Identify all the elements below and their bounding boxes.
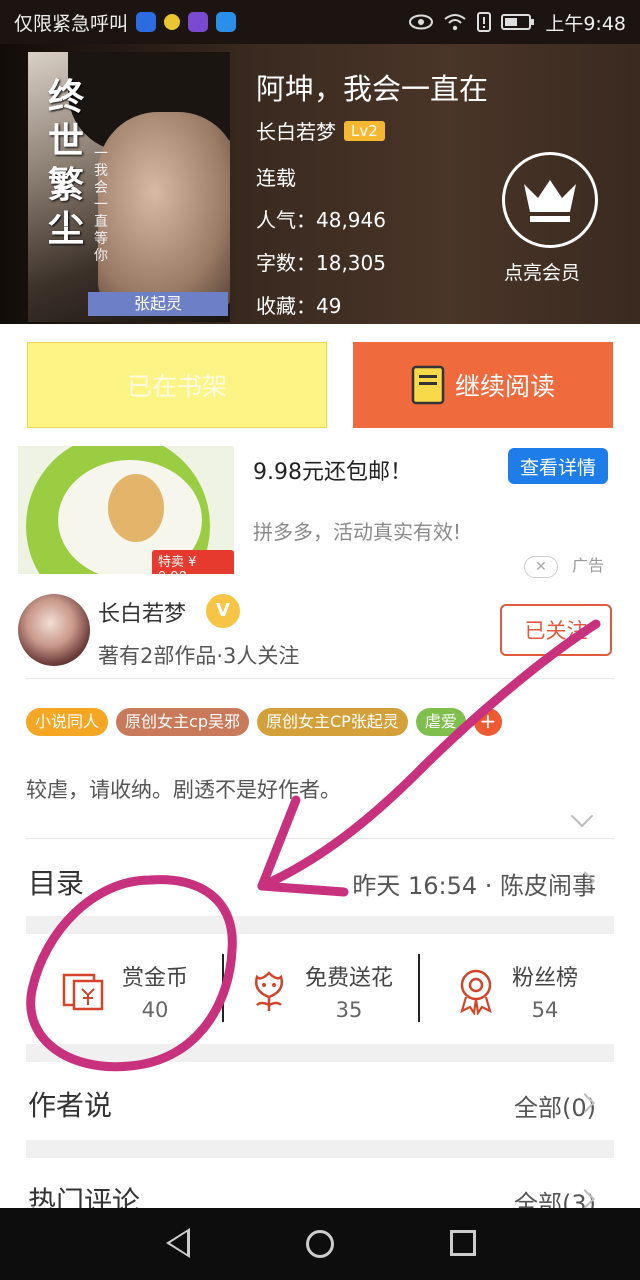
- ad-image[interactable]: 特卖 ¥ 9.98: [18, 446, 234, 574]
- details-sheet: 长白若梦 V 著有2部作品·3人关注 已关注 小说同人 原创女主cp吴邪 原创女…: [0, 586, 640, 1218]
- author-card-name[interactable]: 长白若梦: [98, 596, 186, 628]
- section-gap: [26, 1140, 614, 1158]
- fans-ranking-label: 粉丝榜: [511, 966, 578, 991]
- free-flowers-value: 35: [335, 998, 363, 1022]
- eye-comfort-icon: [409, 14, 434, 30]
- tag-item[interactable]: 原创女主CP张起灵: [256, 708, 408, 736]
- continue-reading-button[interactable]: 继续阅读: [353, 342, 613, 428]
- book-status: 连载: [256, 166, 296, 190]
- tag-item[interactable]: 小说同人: [26, 708, 109, 736]
- follow-button[interactable]: 已关注: [500, 604, 612, 656]
- popularity: 人气：48,946: [256, 208, 386, 232]
- red-envelope-icon: [62, 973, 104, 1011]
- reward-coins[interactable]: 赏金币 40: [26, 936, 222, 1046]
- cover-subtitle: 一我会一直等你: [94, 146, 108, 264]
- carrier-text: 仅限紧急呼叫: [14, 12, 129, 35]
- bulb-app-icon: [164, 14, 181, 30]
- recent-apps-icon[interactable]: [450, 1230, 476, 1256]
- ad-label: 广告: [572, 556, 605, 575]
- vip-button[interactable]: [502, 152, 598, 248]
- reward-coins-label: 赏金币: [121, 966, 188, 991]
- author-row[interactable]: 长白若梦 Lv2: [256, 116, 385, 145]
- ad-close-button[interactable]: ✕: [524, 556, 558, 578]
- wifi-icon: [444, 14, 466, 31]
- author-name[interactable]: 长白若梦: [256, 116, 336, 145]
- home-icon[interactable]: [306, 1230, 334, 1258]
- battery-icon: [501, 14, 535, 30]
- reward-coins-value: 40: [141, 998, 169, 1022]
- author-card-desc: 著有2部作品·3人关注: [98, 644, 300, 668]
- flower-icon: [254, 971, 283, 1011]
- expand-chevron-icon[interactable]: [570, 804, 594, 828]
- book-summary: 较虐，请收纳。剧透不是好作者。: [26, 778, 341, 802]
- vip-label[interactable]: 点亮会员: [504, 258, 580, 285]
- free-flowers-label: 免费送花: [304, 966, 393, 991]
- status-bar: 仅限紧急呼叫 上午9:48: [0, 0, 640, 44]
- section-gap: [26, 1044, 614, 1062]
- continue-reading-label: 继续阅读: [454, 372, 555, 401]
- stats-bar: 赏金币 40 免费送花 35 粉丝榜 54: [26, 936, 614, 1046]
- tag-list: 小说同人 原创女主cp吴邪 原创女主CP张起灵 虐爱 +: [26, 708, 502, 736]
- ad-desc: 拼多多，活动真实有效!: [253, 520, 462, 544]
- sale-badge: 特卖 ¥ 9.98: [152, 550, 234, 574]
- level-badge: Lv2: [344, 120, 385, 141]
- blue-app-icon: [216, 12, 237, 32]
- fans-ranking-value: 54: [531, 998, 559, 1022]
- add-tag-button[interactable]: +: [473, 708, 502, 736]
- clock: 上午9:48: [545, 12, 626, 35]
- action-row: 已在书架 继续阅读: [0, 324, 640, 446]
- book-title: 阿坤，我会一直在: [256, 72, 489, 106]
- free-flowers[interactable]: 免费送花 35: [222, 936, 418, 1046]
- tag-item[interactable]: 原创女主cp吴邪: [116, 708, 249, 736]
- crown-icon: [524, 180, 576, 222]
- catalog-latest[interactable]: 昨天 16:54 · 陈皮闹事: [352, 866, 596, 901]
- book-header: 终世繁尘 一我会一直等你 张起灵 阿坤，我会一直在 长白若梦 Lv2 连载 人气…: [0, 44, 640, 324]
- favorites: 收藏：49: [256, 294, 342, 318]
- purple-app-icon: [188, 12, 209, 32]
- section-gap: [26, 916, 614, 934]
- cover-name: 张起灵: [88, 292, 228, 316]
- verified-badge-icon: V: [206, 594, 240, 628]
- baidu-app-icon: [136, 12, 157, 32]
- cover-title: 终世繁尘: [47, 77, 84, 250]
- book-cover[interactable]: 终世繁尘 一我会一直等你 张起灵: [28, 52, 230, 322]
- divider: [26, 678, 614, 679]
- author-avatar[interactable]: [18, 594, 90, 666]
- ad-details-button[interactable]: 查看详情: [508, 448, 608, 484]
- sim-alert-icon: [477, 12, 492, 32]
- catalog-title[interactable]: 目录: [28, 862, 84, 902]
- tag-item[interactable]: 虐爱: [415, 708, 466, 736]
- back-icon[interactable]: [166, 1228, 190, 1258]
- ad-banner[interactable]: 特卖 ¥ 9.98 9.98元还包邮！ 拼多多，活动真实有效! 查看详情 ✕ 广…: [0, 446, 640, 586]
- medal-icon: [460, 969, 492, 1015]
- author-says-title[interactable]: 作者说: [28, 1084, 112, 1124]
- fans-ranking[interactable]: 粉丝榜 54: [418, 936, 614, 1046]
- system-nav-bar: [0, 1208, 640, 1280]
- ad-title[interactable]: 9.98元还包邮！: [253, 454, 412, 486]
- word-count: 字数：18,305: [256, 251, 386, 275]
- cover-face: [98, 112, 230, 312]
- divider: [26, 838, 614, 839]
- in-shelf-button[interactable]: 已在书架: [27, 342, 327, 428]
- book-icon: [411, 365, 445, 405]
